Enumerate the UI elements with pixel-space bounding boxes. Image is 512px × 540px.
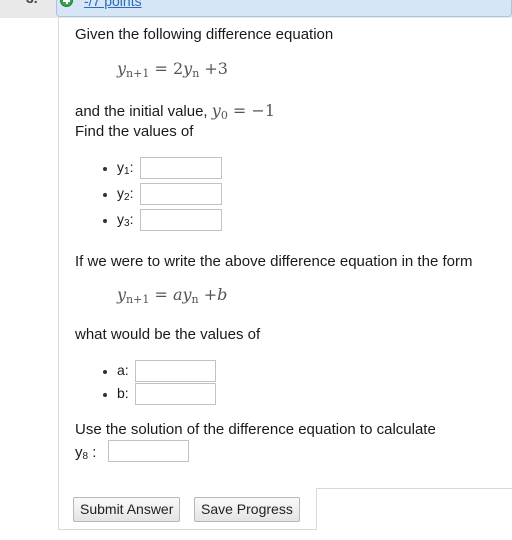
bullet	[103, 219, 107, 223]
y3-label: y3:	[117, 211, 134, 229]
bullet	[103, 370, 107, 374]
save-progress-button[interactable]: Save Progress	[194, 497, 300, 522]
ab-values-text: what would be the values of	[75, 326, 261, 343]
y1-label: y1:	[117, 159, 134, 177]
y8-label: y8 :	[75, 444, 97, 462]
points-link[interactable]: -/7 points	[84, 0, 142, 9]
b-input[interactable]	[135, 383, 216, 405]
intro-text: Given the following difference equation	[75, 26, 334, 43]
a-label: a:	[117, 362, 129, 378]
y8-input[interactable]	[108, 440, 189, 462]
y1-input[interactable]	[140, 157, 222, 179]
solution-text: Use the solution of the difference equat…	[75, 421, 436, 438]
a-input[interactable]	[135, 360, 216, 382]
y2-label: y2:	[117, 185, 134, 203]
question-number: 3.	[26, 0, 38, 6]
general-form-equation: yn+1 = ayn +b	[117, 285, 228, 306]
form-text: If we were to write the above difference…	[75, 253, 473, 270]
bullet	[103, 193, 107, 197]
button-area-border	[316, 488, 512, 530]
y3-input[interactable]	[140, 209, 222, 231]
y2-input[interactable]	[140, 183, 222, 205]
submit-answer-button[interactable]: Submit Answer	[73, 497, 181, 522]
difference-equation: yn+1 = 2yn +3	[117, 59, 228, 80]
b-label: b:	[117, 385, 129, 401]
bullet	[103, 167, 107, 171]
bullet	[103, 393, 107, 397]
initial-value-text: and the initial value, y0 = −1	[75, 101, 275, 122]
initial-value-math: y0 = −1	[211, 101, 275, 122]
find-values-text: Find the values of	[75, 123, 194, 140]
